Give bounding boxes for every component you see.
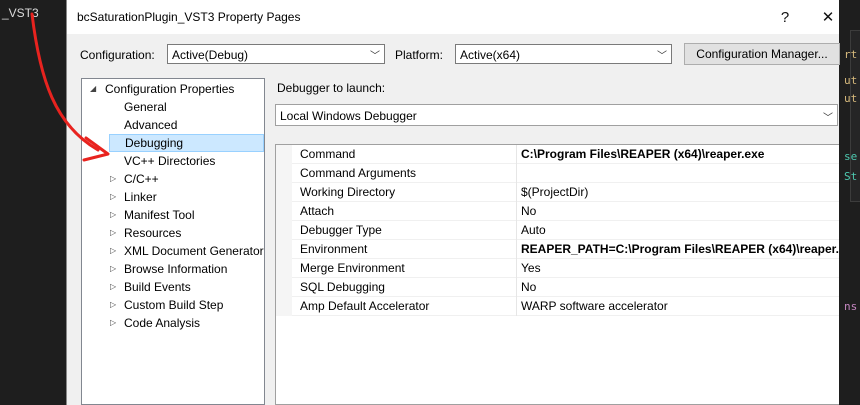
annotation-arrow <box>30 12 110 162</box>
annotation-arrow-line <box>30 12 100 152</box>
